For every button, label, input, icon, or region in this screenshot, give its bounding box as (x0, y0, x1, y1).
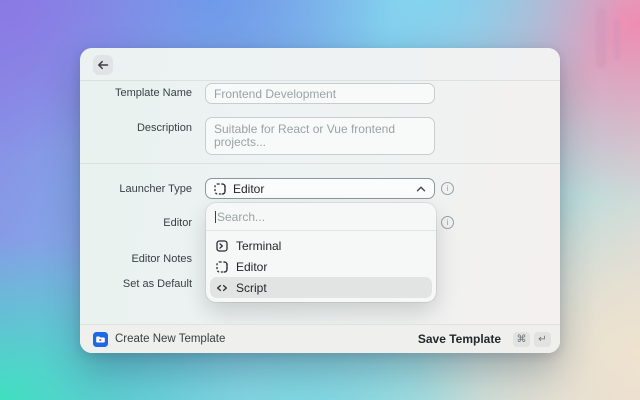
footer-title: Create New Template (115, 333, 226, 345)
option-label: Terminal (236, 238, 282, 253)
save-template-button[interactable]: Save Template (418, 332, 501, 346)
template-name-input[interactable] (205, 83, 435, 104)
field-label-editor: Editor (163, 217, 192, 229)
option-script[interactable]: Script (210, 277, 432, 298)
section-divider (80, 163, 560, 164)
create-template-window: Template Name Description Launcher Type … (80, 48, 560, 353)
option-editor[interactable]: Editor (210, 256, 432, 277)
launcher-type-value: Editor (233, 181, 265, 196)
window-footer: Create New Template Save Template ⌘ ↵ (80, 324, 560, 353)
launcher-type-select[interactable]: Editor (205, 178, 435, 199)
dropdown-search-input[interactable]: Search... (206, 203, 436, 231)
option-label: Script (236, 280, 267, 295)
app-icon (93, 331, 108, 347)
field-label-template-name: Template Name (114, 87, 192, 99)
window-header (80, 48, 560, 81)
return-key-icon: ↵ (534, 331, 551, 347)
launcher-type-info-icon[interactable]: i (441, 182, 454, 195)
description-textarea[interactable] (205, 117, 435, 155)
arrow-left-icon (98, 60, 109, 70)
option-label: Editor (236, 259, 268, 274)
option-terminal[interactable]: Terminal (210, 235, 432, 256)
field-label-editor-notes: Editor Notes (131, 253, 192, 265)
field-label-description: Description (136, 122, 192, 134)
editor-icon (216, 260, 228, 273)
launcher-type-dropdown: Search... Terminal Editor Script (206, 203, 436, 302)
dropdown-options: Terminal Editor Script (206, 231, 436, 298)
background-streak (596, 8, 606, 68)
background-streak (614, 20, 620, 60)
back-button[interactable] (93, 55, 113, 75)
chevron-up-icon (416, 186, 426, 191)
desktop-background: Template Name Description Launcher Type … (0, 0, 640, 400)
field-label-launcher-type: Launcher Type (119, 183, 192, 195)
editor-icon (214, 182, 226, 195)
cmd-key-icon: ⌘ (513, 331, 530, 347)
text-caret (215, 210, 216, 223)
editor-info-icon[interactable]: i (441, 216, 454, 229)
field-label-set-as-default: Set as Default (122, 278, 192, 290)
terminal-icon (216, 239, 228, 252)
script-icon (216, 284, 228, 291)
search-placeholder: Search... (217, 209, 266, 224)
